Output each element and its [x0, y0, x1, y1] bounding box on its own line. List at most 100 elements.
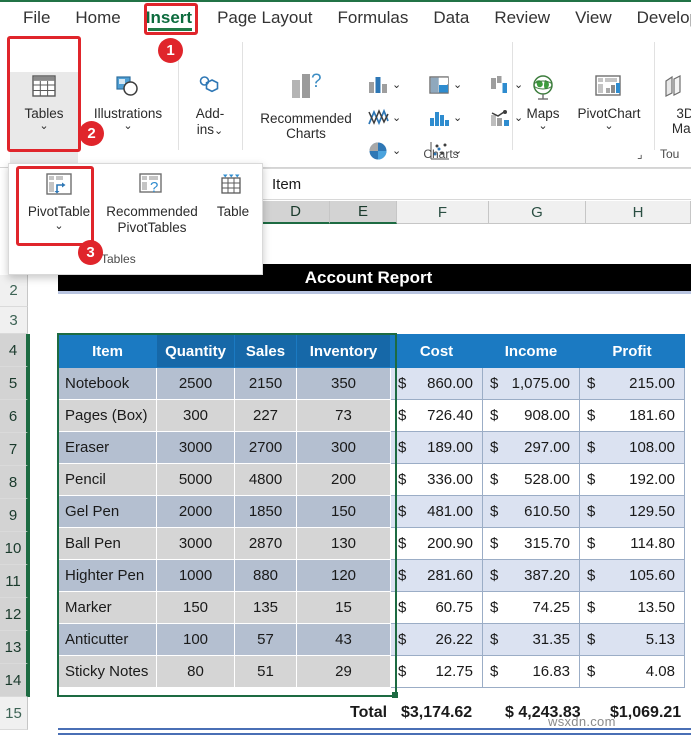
row-header-12[interactable]: 12	[0, 598, 28, 631]
row-gutter-selection-band	[28, 334, 55, 697]
annotation-badge-1: 1	[158, 38, 183, 63]
row-header-14[interactable]: 14	[0, 664, 28, 697]
row-header-11[interactable]: 11	[0, 565, 28, 598]
group-divider	[654, 42, 655, 150]
statistic-chart-button[interactable]: ⌄	[427, 107, 462, 134]
row-header-3[interactable]: 3	[0, 307, 28, 334]
cell-income: $908.00	[482, 399, 580, 432]
annotation-box-insert-tab	[144, 3, 198, 35]
maps-button[interactable]: Maps ⌄	[518, 74, 568, 132]
tab-developer[interactable]: Developer	[626, 5, 691, 31]
cell-income: $1,075.00	[482, 367, 580, 400]
cell-profit: $181.60	[579, 399, 685, 432]
currency-symbol: $	[398, 375, 407, 392]
column-chart-chevron-down-icon[interactable]: ⌄	[392, 78, 401, 91]
cell-inventory: 29	[296, 655, 391, 688]
column-header-f[interactable]: F	[397, 201, 489, 224]
column-header-quantity: Quantity	[156, 334, 235, 368]
pivotchart-button[interactable]: PivotChart ⌄	[570, 74, 648, 132]
combo-chart-button[interactable]: ⌄	[488, 107, 523, 134]
waterfall-chart-button[interactable]: ⌄	[488, 74, 523, 101]
cell-item: Pages (Box)	[58, 399, 157, 432]
table-icon	[221, 174, 241, 194]
cell-profit: $192.00	[579, 463, 685, 496]
3d-map-icon	[665, 75, 681, 97]
dropdown-group-label: Tables	[101, 252, 136, 266]
tab-file[interactable]: File	[12, 5, 61, 31]
hierarchy-chart-button[interactable]: ⌄	[427, 74, 462, 101]
row-header-6[interactable]: 6	[0, 400, 28, 433]
cell-cost: $60.75	[390, 591, 483, 624]
pivotchart-chevron-down-icon[interactable]: ⌄	[570, 121, 648, 132]
cell-quantity: 2000	[156, 495, 235, 528]
dropdown-item-recommended-pivottables[interactable]: ? Recommended PivotTables	[101, 170, 203, 235]
cell-cost: $860.00	[390, 367, 483, 400]
table-row: Gel Pen 2000 1850 150 $481.00 $610.50 $129.50	[58, 495, 685, 528]
cell-item: Anticutter	[58, 623, 157, 656]
currency-symbol: $	[398, 567, 407, 584]
selection-fill-handle[interactable]	[392, 692, 398, 698]
tab-view[interactable]: View	[564, 5, 623, 31]
maps-chevron-down-icon[interactable]: ⌄	[518, 121, 568, 132]
recommended-charts-label-line1: Recommended	[260, 111, 352, 126]
cell-profit: $13.50	[579, 591, 685, 624]
row-header-13[interactable]: 13	[0, 631, 28, 664]
currency-symbol: $	[490, 599, 499, 616]
3d-map-button[interactable]: 3D Map	[660, 74, 691, 136]
row-header-7[interactable]: 7	[0, 433, 28, 466]
cell-cost: $189.00	[390, 431, 483, 464]
hierarchy-chart-chevron-down-icon[interactable]: ⌄	[453, 78, 462, 91]
cell-quantity: 5000	[156, 463, 235, 496]
column-header-e[interactable]: E	[330, 201, 397, 224]
cell-income: $315.70	[482, 527, 580, 560]
illustrations-button-label: Illustrations	[93, 106, 163, 121]
cell-profit: $215.00	[579, 367, 685, 400]
column-chart-button[interactable]: ⌄	[366, 74, 401, 101]
addins-chevron-down-icon[interactable]: ⌄	[214, 126, 223, 137]
formula-bar[interactable]: Item	[262, 168, 691, 200]
statistic-chart-chevron-down-icon[interactable]: ⌄	[453, 111, 462, 124]
charts-dialog-launcher-icon[interactable]: ⌟	[637, 147, 643, 161]
line-chart-chevron-down-icon[interactable]: ⌄	[392, 111, 401, 124]
addins-button[interactable]: Add- ins⌄	[182, 74, 238, 139]
cell-profit: $129.50	[579, 495, 685, 528]
total-label: Total	[350, 704, 388, 721]
column-header-item: Item	[58, 334, 157, 368]
cell-inventory: 350	[296, 367, 391, 400]
annotation-badge-2: 2	[79, 121, 104, 146]
column-header-g[interactable]: G	[489, 201, 586, 224]
currency-symbol: $	[398, 599, 407, 616]
column-header-h[interactable]: H	[586, 201, 691, 224]
pivotchart-button-label: PivotChart	[577, 106, 641, 121]
row-header-5[interactable]: 5	[0, 367, 28, 400]
tab-home[interactable]: Home	[64, 5, 131, 31]
row-header-15[interactable]: 15	[0, 697, 28, 730]
cell-profit: $108.00	[579, 431, 685, 464]
currency-symbol: $	[587, 439, 596, 456]
currency-symbol: $	[398, 631, 407, 648]
tab-page-layout[interactable]: Page Layout	[206, 5, 323, 31]
dropdown-item-table[interactable]: Table	[207, 170, 259, 220]
currency-symbol: $	[398, 407, 407, 424]
row-header-9[interactable]: 9	[0, 499, 28, 532]
currency-symbol: $	[587, 471, 596, 488]
currency-symbol: $	[490, 375, 499, 392]
cell-inventory: 130	[296, 527, 391, 560]
row-header-10[interactable]: 10	[0, 532, 28, 565]
cell-inventory: 43	[296, 623, 391, 656]
column-header-d[interactable]: D	[262, 201, 330, 224]
row-header-2[interactable]: 2	[0, 275, 28, 307]
line-chart-button[interactable]: ⌄	[366, 107, 401, 134]
3d-map-label-line1: 3D	[676, 106, 691, 121]
cell-profit: $114.80	[579, 527, 685, 560]
row-header-8[interactable]: 8	[0, 466, 28, 499]
row-header-4[interactable]: 4	[0, 334, 28, 367]
tab-review[interactable]: Review	[483, 5, 561, 31]
charts-group-label: Charts	[423, 147, 459, 161]
cell-item: Gel Pen	[58, 495, 157, 528]
cell-item: Marker	[58, 591, 157, 624]
currency-symbol: $	[587, 599, 596, 616]
tab-data[interactable]: Data	[422, 5, 480, 31]
tab-formulas[interactable]: Formulas	[327, 5, 420, 31]
recommended-charts-button[interactable]: ? Recommended Charts	[248, 68, 364, 141]
